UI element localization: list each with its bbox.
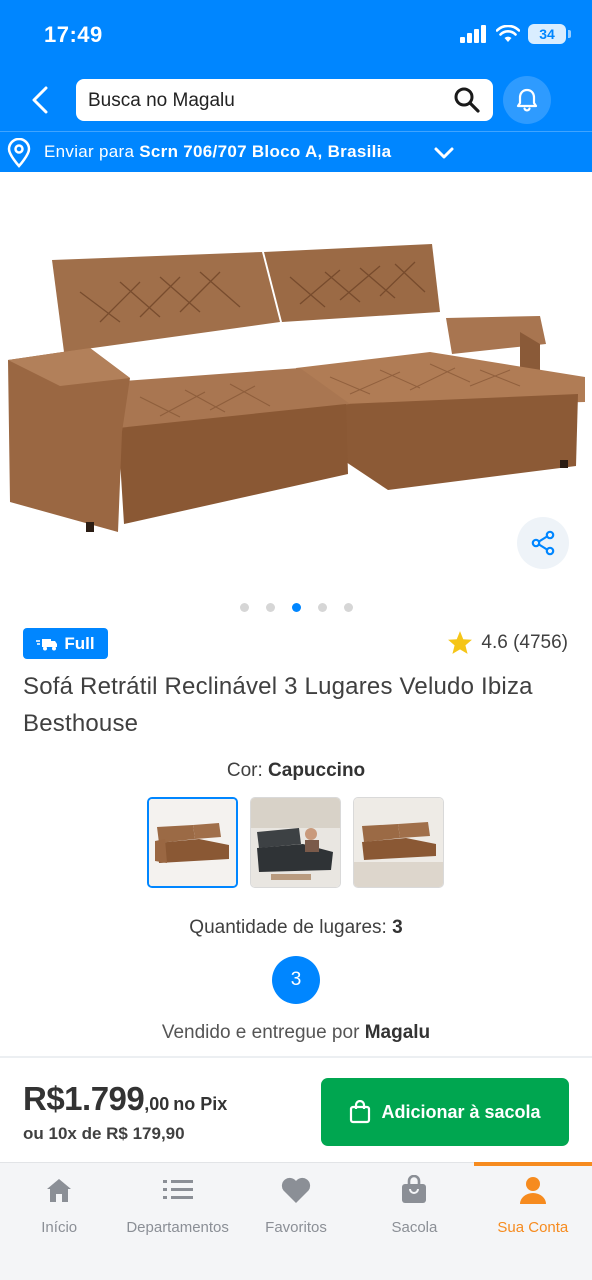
color-options — [147, 797, 444, 888]
nav-item-favoritos[interactable]: Favoritos — [237, 1163, 355, 1280]
color-option-grafite[interactable] — [250, 797, 341, 888]
seller-name[interactable]: Magalu — [365, 1022, 430, 1043]
seats-option-3[interactable]: 3 — [272, 956, 320, 1004]
seller-prefix: Vendido e entregue por — [161, 1022, 365, 1043]
nav-item-inicio[interactable]: Início — [0, 1163, 118, 1280]
star-icon — [448, 631, 473, 654]
sofa-illustration — [8, 244, 585, 532]
price-method: no Pix — [173, 1094, 228, 1114]
chevron-down-icon[interactable] — [432, 142, 456, 164]
nav-label: Sacola — [391, 1219, 438, 1236]
sofa-thumbnail — [149, 799, 236, 886]
product-rating[interactable]: 4.6 (4756) — [447, 630, 568, 655]
nav-item-sacola[interactable]: Sacola — [355, 1163, 473, 1280]
address-value: Scrn 706/707 Bloco A, Brasilia — [139, 142, 392, 161]
seats-label: Quantidade de lugares: 3 — [0, 917, 592, 939]
search-placeholder: Busca no Magalu — [88, 90, 235, 111]
nav-label: Início — [41, 1219, 78, 1236]
price-whole: R$1.799 — [23, 1080, 145, 1117]
wifi-icon — [496, 25, 520, 42]
seller-info: Vendido e entregue por Magalu — [0, 1022, 592, 1044]
gallery-dot[interactable] — [318, 603, 327, 612]
color-label-prefix: Cor: — [226, 760, 269, 781]
share-icon — [531, 530, 555, 556]
gallery-dot[interactable] — [240, 603, 249, 612]
nav-label: Favoritos — [265, 1219, 327, 1236]
full-delivery-badge: Full — [23, 628, 108, 659]
nav-label: Sua Conta — [497, 1219, 569, 1236]
nav-label: Departamentos — [126, 1219, 229, 1236]
home-icon — [47, 1179, 72, 1202]
search-input[interactable]: Busca no Magalu — [76, 79, 493, 121]
back-button[interactable] — [24, 84, 56, 116]
bell-icon — [516, 88, 538, 112]
product-title: Sofá Retrátil Reclinável 3 Lugares Velud… — [23, 673, 533, 737]
rating-value: 4.6 (4756) — [481, 631, 568, 653]
sofa-thumbnail — [354, 798, 443, 887]
color-selector-label: Cor: Capuccino — [0, 760, 592, 782]
address-text: Enviar para Scrn 706/707 Bloco A, Brasil… — [44, 142, 391, 162]
address-prefix: Enviar para — [44, 142, 140, 161]
installments: ou 10x de R$ 179,90 — [23, 1124, 185, 1143]
signal-icon — [460, 25, 486, 43]
nav-item-sua-conta[interactable]: Sua Conta — [473, 1162, 592, 1280]
share-button[interactable] — [517, 517, 569, 569]
bottom-navigation: Início Departamentos Favoritos Sacola Su… — [0, 1162, 592, 1280]
user-icon — [519, 1177, 546, 1204]
notifications-button[interactable] — [503, 76, 551, 124]
list-icon — [162, 1180, 193, 1199]
badge-label: Full — [64, 633, 95, 653]
price: R$1.799,00 no Pix — [23, 1080, 227, 1118]
battery-icon: 34 — [528, 24, 571, 44]
status-icons: 34 — [460, 24, 571, 44]
sofa-thumbnail — [251, 798, 340, 887]
product-image[interactable] — [0, 172, 592, 592]
gallery-pagination — [240, 603, 353, 612]
location-pin-icon — [7, 138, 31, 168]
gallery-dot[interactable] — [266, 603, 275, 612]
bag-icon — [402, 1175, 427, 1203]
seats-label-prefix: Quantidade de lugares: — [189, 917, 393, 938]
color-option-capuccino-ambiente[interactable] — [353, 797, 444, 888]
app-header: 17:49 34 Busca no Magalu Enviar para Scr… — [0, 0, 592, 172]
heart-icon — [281, 1177, 311, 1203]
bag-icon — [350, 1100, 371, 1124]
gallery-dot-active[interactable] — [292, 603, 301, 612]
color-value: Capuccino — [268, 760, 366, 781]
truck-icon — [36, 638, 58, 650]
color-option-capuccino[interactable] — [147, 797, 238, 888]
price-cents: ,00 — [144, 1094, 170, 1114]
add-to-bag-button[interactable]: Adicionar à sacola — [321, 1078, 569, 1146]
nav-item-departamentos[interactable]: Departamentos — [118, 1163, 236, 1280]
delivery-address-bar[interactable]: Enviar para Scrn 706/707 Bloco A, Brasil… — [0, 131, 592, 172]
purchase-bar: R$1.799,00 no Pix ou 10x de R$ 179,90 Adi… — [0, 1056, 592, 1162]
status-bar: 17:49 34 — [0, 0, 592, 70]
chevron-left-icon — [32, 86, 48, 114]
add-to-bag-label: Adicionar à sacola — [381, 1101, 541, 1122]
status-time: 17:49 — [44, 22, 103, 47]
gallery-dot[interactable] — [344, 603, 353, 612]
seats-value: 3 — [392, 917, 403, 938]
search-icon[interactable] — [453, 86, 481, 114]
